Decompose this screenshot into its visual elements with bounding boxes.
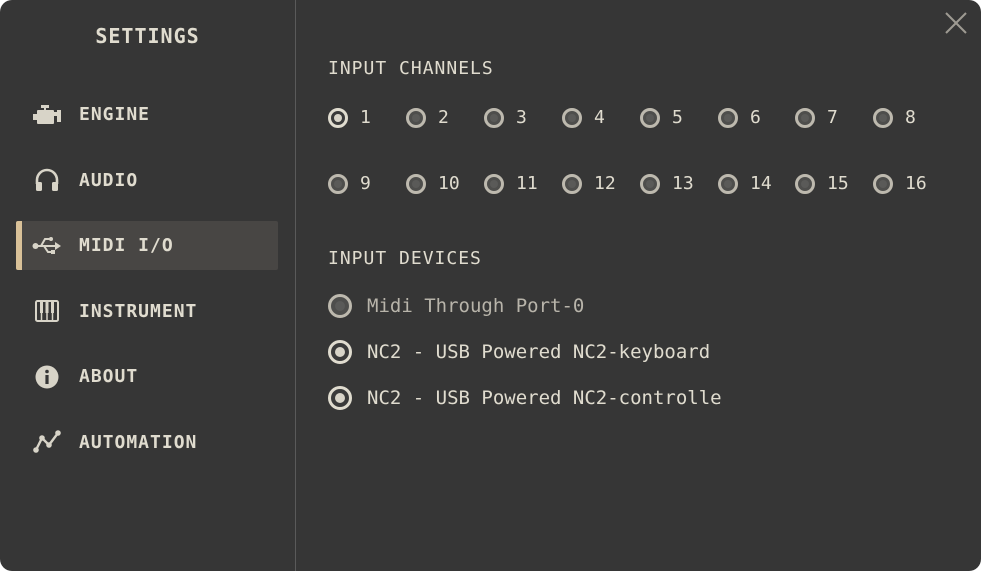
channel-radio-11[interactable]: 11 — [484, 173, 538, 194]
channel-label: 15 — [827, 173, 849, 194]
sidebar-item-instrument[interactable]: INSTRUMENT — [16, 287, 278, 336]
radio-inner — [490, 113, 498, 122]
radio-indicator — [484, 107, 504, 128]
sidebar-item-label: INSTRUMENT — [79, 300, 198, 322]
radio-indicator — [328, 107, 348, 128]
channel-radio-7[interactable]: 7 — [795, 107, 838, 128]
radio-indicator — [562, 107, 582, 128]
channel-label: 16 — [905, 173, 927, 194]
engine-icon — [32, 103, 62, 127]
radio-inner — [568, 113, 576, 122]
channel-radio-12[interactable]: 12 — [562, 173, 616, 194]
radio-indicator — [328, 386, 352, 410]
radio-inner — [724, 113, 732, 122]
channel-label: 14 — [750, 173, 772, 194]
radio-inner — [568, 179, 576, 188]
radio-indicator — [640, 173, 660, 194]
channel-radio-1[interactable]: 1 — [328, 107, 371, 128]
channel-radio-3[interactable]: 3 — [484, 107, 527, 128]
radio-inner — [879, 179, 887, 188]
channel-radio-5[interactable]: 5 — [640, 107, 683, 128]
radio-inner — [724, 179, 732, 188]
close-button[interactable] — [943, 10, 969, 36]
channel-label: 11 — [516, 173, 538, 194]
channel-radio-13[interactable]: 13 — [640, 173, 694, 194]
sidebar-item-label: ABOUT — [79, 366, 139, 387]
channel-label: 13 — [672, 173, 694, 194]
channel-label: 10 — [438, 173, 460, 194]
channel-radio-9[interactable]: 9 — [328, 173, 371, 194]
channel-label: 2 — [438, 107, 449, 128]
sidebar-title: SETTINGS — [95, 24, 200, 48]
device-label: Midi Through Port-0 — [367, 295, 585, 317]
channel-radio-10[interactable]: 10 — [406, 173, 460, 194]
channel-label: 8 — [905, 107, 916, 128]
radio-inner — [335, 301, 345, 311]
close-icon — [945, 12, 967, 34]
device-radio-midi-through[interactable]: Midi Through Port-0 — [328, 294, 584, 318]
settings-sidebar: SETTINGS ENGINE AUDIO MIDI I/O INSTRUMEN… — [0, 0, 296, 571]
radio-inner — [801, 179, 809, 188]
sidebar-item-about[interactable]: ABOUT — [16, 352, 278, 401]
device-radio-nc2-keyboard[interactable]: NC2 - USB Powered NC2-keyboard — [328, 340, 710, 364]
info-icon — [32, 365, 62, 389]
radio-indicator — [640, 107, 660, 128]
channel-radio-6[interactable]: 6 — [718, 107, 761, 128]
sidebar-nav: ENGINE AUDIO MIDI I/O INSTRUMENT ABOUT A… — [16, 90, 278, 483]
radio-inner — [412, 179, 420, 188]
settings-window: SETTINGS ENGINE AUDIO MIDI I/O INSTRUMEN… — [0, 0, 981, 571]
radio-inner — [879, 113, 887, 122]
radio-inner — [490, 179, 498, 188]
radio-indicator — [328, 173, 348, 194]
radio-indicator — [562, 173, 582, 194]
sidebar-item-label: AUTOMATION — [79, 431, 198, 453]
channel-label: 12 — [594, 173, 616, 194]
device-radio-nc2-controller[interactable]: NC2 - USB Powered NC2-controlle — [328, 386, 722, 410]
channel-label: 3 — [516, 107, 527, 128]
channel-label: 5 — [672, 107, 683, 128]
channel-radio-16[interactable]: 16 — [873, 173, 927, 194]
sidebar-item-label: MIDI I/O — [79, 235, 174, 256]
radio-inner — [801, 113, 809, 122]
sidebar-item-automation[interactable]: AUTOMATION — [16, 418, 278, 467]
radio-indicator — [873, 173, 893, 194]
channel-radio-15[interactable]: 15 — [795, 173, 849, 194]
radio-indicator — [795, 107, 815, 128]
radio-indicator — [718, 107, 738, 128]
radio-indicator — [484, 173, 504, 194]
channel-label: 4 — [594, 107, 605, 128]
channel-radio-4[interactable]: 4 — [562, 107, 605, 128]
radio-indicator — [718, 173, 738, 194]
sidebar-item-midi-io[interactable]: MIDI I/O — [16, 221, 278, 270]
channel-label: 9 — [360, 173, 371, 194]
channel-radio-8[interactable]: 8 — [873, 107, 916, 128]
sidebar-item-label: ENGINE — [79, 104, 151, 125]
radio-inner — [334, 179, 342, 188]
channel-radio-14[interactable]: 14 — [718, 173, 772, 194]
input-channels-title: INPUT CHANNELS — [328, 58, 494, 79]
piano-keys-icon — [32, 299, 62, 323]
usb-icon — [32, 234, 62, 258]
device-label: NC2 - USB Powered NC2-controlle — [367, 387, 722, 409]
radio-indicator — [328, 294, 352, 318]
sidebar-item-label: AUDIO — [79, 169, 139, 191]
sidebar-item-audio[interactable]: AUDIO — [16, 156, 278, 205]
radio-inner — [646, 179, 654, 188]
headphones-icon — [32, 168, 62, 192]
channel-label: 6 — [750, 107, 761, 128]
radio-inner — [412, 113, 420, 122]
input-devices-title: INPUT DEVICES — [328, 248, 482, 269]
device-label: NC2 - USB Powered NC2-keyboard — [367, 341, 711, 363]
radio-indicator — [406, 107, 426, 128]
automation-graph-icon — [32, 430, 62, 454]
radio-indicator — [406, 173, 426, 194]
radio-inner — [646, 113, 654, 122]
channel-label: 1 — [360, 107, 371, 128]
sidebar-item-engine[interactable]: ENGINE — [16, 90, 278, 139]
radio-indicator — [328, 340, 352, 364]
channel-label: 7 — [827, 107, 838, 128]
radio-indicator — [873, 107, 893, 128]
radio-indicator — [795, 173, 815, 194]
channel-radio-2[interactable]: 2 — [406, 107, 449, 128]
